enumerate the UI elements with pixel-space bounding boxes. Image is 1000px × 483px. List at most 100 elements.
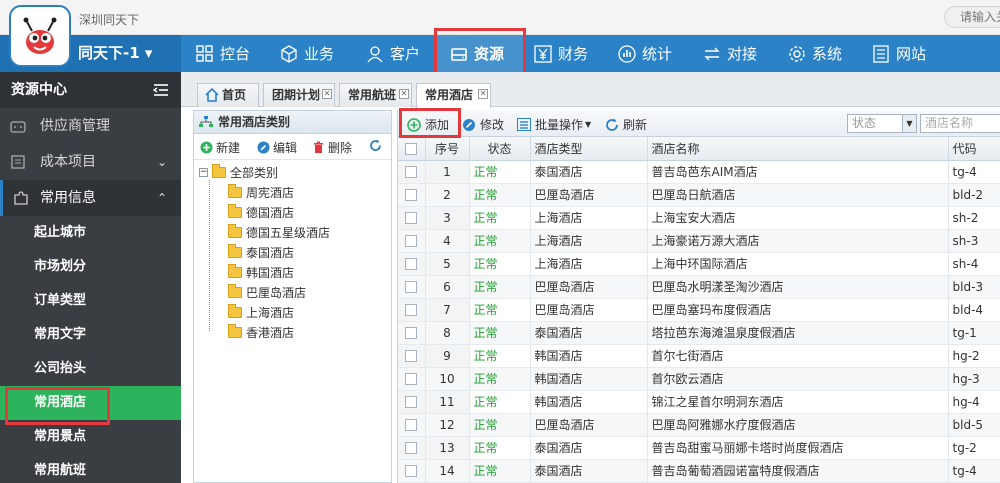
select-all-checkbox-cell[interactable] [398, 137, 426, 161]
row-checkbox-cell[interactable] [398, 206, 426, 230]
checkbox[interactable] [405, 419, 418, 431]
row-checkbox-cell[interactable] [398, 459, 426, 483]
nav-item-system[interactable]: 系统 [788, 35, 842, 72]
collapse-toggle-icon[interactable]: − [199, 168, 208, 177]
table-row[interactable]: 10 正常 韩国酒店 首尔欧云酒店 hg-3 [398, 367, 1000, 391]
add-button[interactable]: 添加 [407, 116, 449, 133]
table-row[interactable]: 6 正常 巴厘岛酒店 巴厘岛水明漾圣淘沙酒店 bld-3 [398, 275, 1000, 299]
batch-operation-menu[interactable]: 批量操作 ▼ [517, 116, 591, 133]
collapse-menu-icon[interactable] [153, 83, 169, 97]
checkbox[interactable] [405, 442, 418, 454]
checkbox[interactable] [405, 142, 418, 155]
edit-category-button[interactable]: 编辑 [257, 139, 297, 156]
checkbox[interactable] [405, 350, 418, 362]
checkbox[interactable] [405, 281, 418, 293]
tab-common-hotels[interactable]: 常用酒店 ✕ [416, 83, 491, 108]
checkbox[interactable] [405, 166, 418, 178]
table-row[interactable]: 1 正常 泰国酒店 普吉岛芭东AIM酒店 tg-4 [398, 160, 1000, 184]
tree-node-root[interactable]: − 全部类别 [194, 163, 391, 183]
edit-button[interactable]: 修改 [462, 116, 504, 133]
table-row[interactable]: 2 正常 巴厘岛酒店 巴厘岛日航酒店 bld-2 [398, 183, 1000, 207]
table-row[interactable]: 4 正常 上海酒店 上海豪诺万源大酒店 sh-3 [398, 229, 1000, 253]
nav-item-customer[interactable]: 客户 [366, 35, 420, 72]
tree-node-category[interactable]: 泰国酒店 [194, 243, 391, 263]
tree-node-category[interactable]: 上海酒店 [194, 303, 391, 323]
checkbox[interactable] [405, 327, 418, 339]
tab-home[interactable]: 首页 [197, 83, 259, 107]
nav-item-resources[interactable]: 资源 [437, 35, 523, 72]
sidebar-sub-markets[interactable]: 市场划分 [0, 250, 181, 284]
close-icon[interactable]: ✕ [322, 89, 332, 99]
table-row[interactable]: 3 正常 上海酒店 上海宝安大酒店 sh-2 [398, 206, 1000, 230]
checkbox[interactable] [405, 396, 418, 408]
table-row[interactable]: 9 正常 韩国酒店 首尔七街酒店 hg-2 [398, 344, 1000, 368]
row-checkbox-cell[interactable] [398, 344, 426, 368]
nav-item-business[interactable]: 业务 [280, 35, 334, 72]
status-filter-select[interactable]: 状态 ▼ [847, 114, 917, 133]
sidebar-sub-company-header[interactable]: 公司抬头 [0, 352, 181, 386]
sidebar-item-cost-items[interactable]: 成本项目 ⌄ [0, 144, 181, 180]
row-checkbox-cell[interactable] [398, 160, 426, 184]
hotel-name-cell: 上海豪诺万源大酒店 [647, 229, 949, 253]
new-category-button[interactable]: 新建 [200, 139, 240, 156]
sidebar-sub-common-sights[interactable]: 常用景点 [0, 420, 181, 454]
nav-item-integration[interactable]: 对接 [703, 35, 757, 72]
row-checkbox-cell[interactable] [398, 436, 426, 460]
checkbox[interactable] [405, 258, 418, 270]
row-checkbox-cell[interactable] [398, 413, 426, 437]
tree-node-category[interactable]: 巴厘岛酒店 [194, 283, 391, 303]
row-checkbox-cell[interactable] [398, 275, 426, 299]
refresh-category-button[interactable] [369, 139, 382, 152]
nav-item-finance[interactable]: 财务 [534, 35, 588, 72]
sidebar-sub-cities[interactable]: 起止城市 [0, 216, 181, 250]
tab-common-flights[interactable]: 常用航班 ✕ [339, 83, 412, 107]
tree-node-category[interactable]: 韩国酒店 [194, 263, 391, 283]
checkbox[interactable] [405, 465, 418, 477]
tree-node-category[interactable]: 德国五星级酒店 [194, 223, 391, 243]
row-checkbox-cell[interactable] [398, 252, 426, 276]
sidebar-sub-common-flights[interactable]: 常用航班 [0, 454, 181, 483]
column-header[interactable]: 酒店类型 [530, 137, 648, 161]
column-header[interactable]: 状态 [469, 137, 531, 161]
row-checkbox-cell[interactable] [398, 390, 426, 414]
hotel-name-search-input[interactable]: 酒店名称 [920, 114, 1000, 133]
nav-item-website[interactable]: 网站 [872, 35, 926, 72]
table-row[interactable]: 8 正常 泰国酒店 塔拉芭东海滩温泉度假酒店 tg-1 [398, 321, 1000, 345]
refresh-button[interactable]: 刷新 [605, 116, 647, 133]
tree-node-category[interactable]: 德国酒店 [194, 203, 391, 223]
tree-node-category[interactable]: 香港酒店 [194, 323, 391, 343]
tree-node-category[interactable]: 周宪酒店 [194, 183, 391, 203]
delete-category-button[interactable]: 删除 [312, 139, 352, 156]
close-icon[interactable]: ✕ [399, 89, 409, 99]
checkbox[interactable] [405, 189, 418, 201]
top-search-input[interactable] [944, 6, 1000, 28]
row-checkbox-cell[interactable] [398, 367, 426, 391]
user-menu[interactable]: 同天下-1 ▾ [78, 35, 152, 72]
column-header[interactable]: 序号 [425, 137, 470, 161]
tab-group-plan[interactable]: 团期计划 ✕ [263, 83, 335, 107]
row-checkbox-cell[interactable] [398, 298, 426, 322]
checkbox[interactable] [405, 235, 418, 247]
sidebar-sub-order-types[interactable]: 订单类型 [0, 284, 181, 318]
table-row[interactable]: 5 正常 上海酒店 上海中环国际酒店 sh-4 [398, 252, 1000, 276]
table-row[interactable]: 12 正常 巴厘岛酒店 巴厘岛阿雅娜水疗度假酒店 bld-5 [398, 413, 1000, 437]
table-row[interactable]: 14 正常 泰国酒店 普吉岛葡萄酒园诺富特度假酒店 tg-4 [398, 459, 1000, 483]
table-row[interactable]: 13 正常 泰国酒店 普吉岛甜蜜马丽娜卡塔时尚度假酒店 tg-2 [398, 436, 1000, 460]
nav-item-statistics[interactable]: 统计 [618, 35, 672, 72]
row-checkbox-cell[interactable] [398, 229, 426, 253]
table-row[interactable]: 11 正常 韩国酒店 锦江之星首尔明洞东酒店 hg-4 [398, 390, 1000, 414]
row-checkbox-cell[interactable] [398, 183, 426, 207]
row-checkbox-cell[interactable] [398, 321, 426, 345]
checkbox[interactable] [405, 304, 418, 316]
sidebar-sub-common-text[interactable]: 常用文字 [0, 318, 181, 352]
close-icon[interactable]: ✕ [478, 89, 488, 99]
table-row[interactable]: 7 正常 巴厘岛酒店 巴厘岛塞玛布度假酒店 bld-4 [398, 298, 1000, 322]
checkbox[interactable] [405, 373, 418, 385]
checkbox[interactable] [405, 212, 418, 224]
column-header[interactable]: 酒店名称 [647, 137, 949, 161]
sidebar-sub-common-hotels[interactable]: 常用酒店 [0, 386, 181, 420]
sidebar-item-common-info[interactable]: 常用信息 ⌃ [0, 180, 181, 216]
nav-item-console[interactable]: 控台 [196, 35, 250, 72]
sidebar-item-suppliers[interactable]: 供应商管理 [0, 108, 181, 144]
column-header[interactable]: 代码 [948, 137, 1000, 161]
